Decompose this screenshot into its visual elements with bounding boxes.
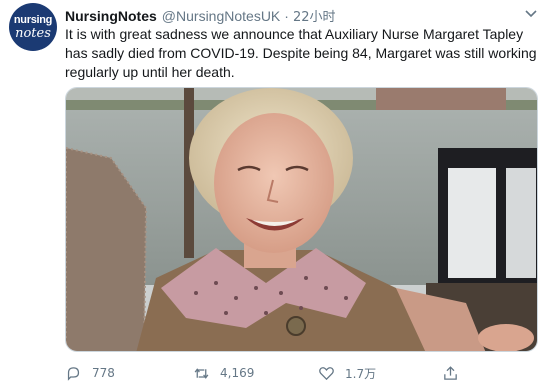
share-icon <box>444 365 457 380</box>
reply-button[interactable]: 778 <box>65 363 115 383</box>
author-name[interactable]: NursingNotes <box>65 8 157 24</box>
tweet-header: NursingNotes @NursingNotesUK · 22小时 <box>65 6 336 25</box>
chevron-down-icon[interactable] <box>524 9 538 19</box>
tweet-photo[interactable] <box>65 87 538 352</box>
reply-count: 778 <box>92 366 115 380</box>
heart-icon <box>319 366 334 380</box>
like-count: 1.7万 <box>345 366 377 381</box>
retweet-icon <box>194 367 209 379</box>
retweet-count: 4,169 <box>220 366 255 380</box>
author-handle[interactable]: @NursingNotesUK <box>162 8 280 24</box>
separator-dot: · <box>284 8 289 24</box>
photo-image <box>66 88 537 351</box>
tweet-actions: 778 4,169 1.7万 <box>65 363 535 383</box>
share-button[interactable] <box>442 363 469 383</box>
timestamp[interactable]: 22小时 <box>293 6 336 25</box>
avatar-logo-text-2: notes <box>15 25 51 41</box>
tweet-text: It is with great sadness we announce tha… <box>65 26 537 80</box>
tweet[interactable]: nursing notes NursingNotes @NursingNotes… <box>0 0 554 390</box>
reply-icon <box>67 366 80 381</box>
avatar[interactable]: nursing notes <box>9 3 57 51</box>
like-button[interactable]: 1.7万 <box>318 363 376 383</box>
retweet-button[interactable]: 4,169 <box>193 363 254 383</box>
avatar-logo-text: nursing <box>13 13 53 26</box>
